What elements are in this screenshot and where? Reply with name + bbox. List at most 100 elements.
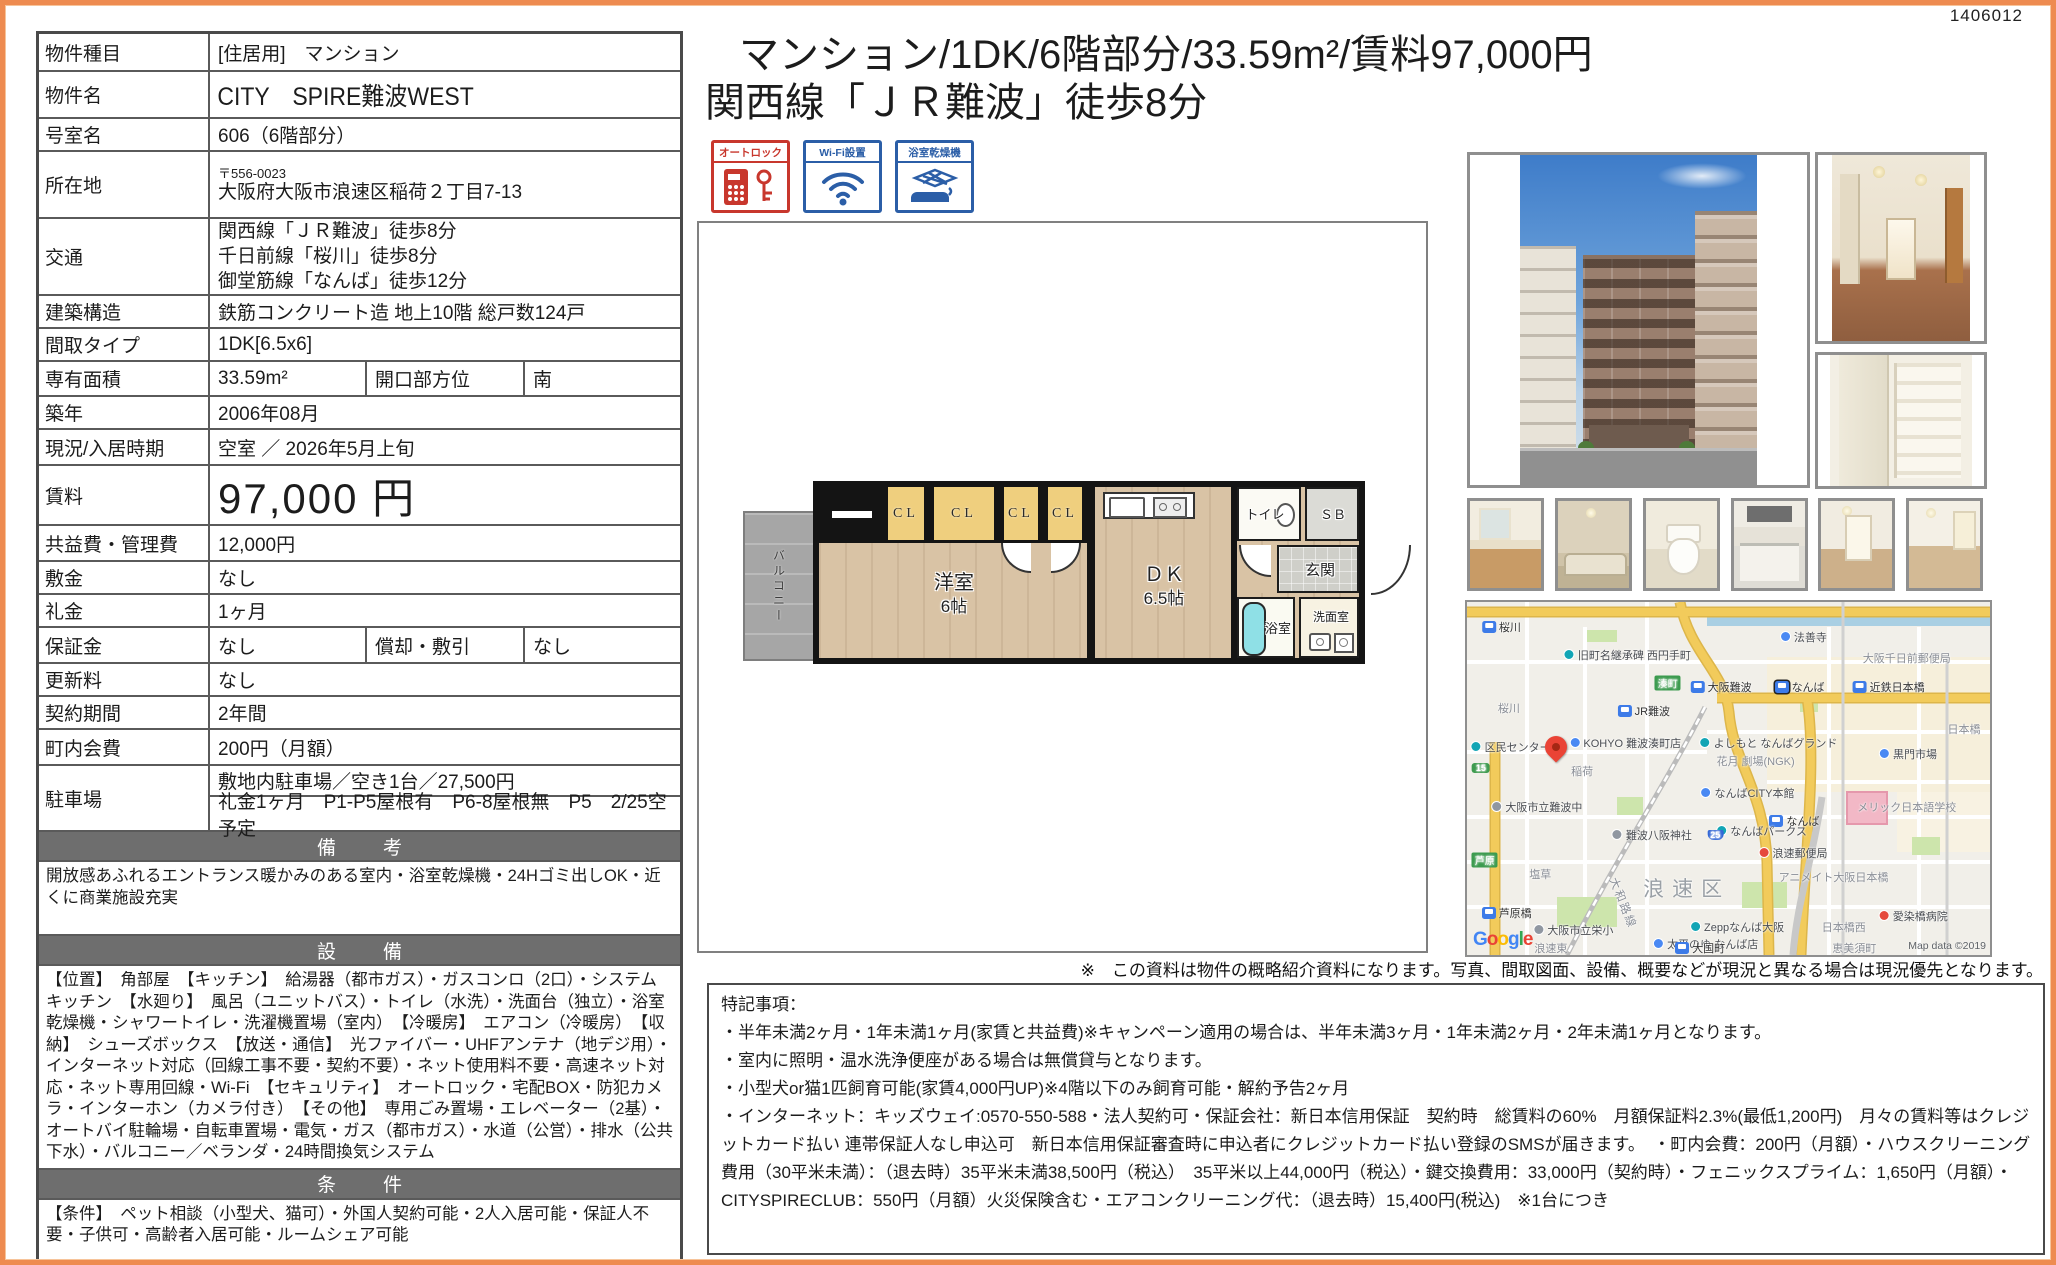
toilet-room: トイレ — [1237, 487, 1301, 541]
photo-shoe-closet — [1815, 352, 1987, 489]
table-row: 号室名606（6階部分） — [39, 119, 680, 152]
rent-amount: 97,000 円 — [210, 466, 680, 524]
entrance: 玄関 — [1277, 545, 1359, 593]
station-icon — [1675, 942, 1689, 954]
map-label: 大阪市立栄小 — [1533, 922, 1613, 938]
table-row: 所在地 〒556-0023大阪府大阪市浪速区稲荷２丁目7-13 — [39, 152, 680, 219]
map-label: なんばCITY本館 — [1700, 785, 1794, 801]
poi-icon — [1758, 847, 1769, 858]
special-note-line: ・小型犬or猫1匹飼育可能(家賃4,000円UP)※4階以下のみ飼育可能・解約予… — [721, 1075, 2031, 1103]
property-table: 物件種目[住居用] マンション 物件名CITY SPIRE難波WEST 号室名6… — [36, 31, 683, 1263]
table-row: 専有面積 33.59m² 開口部方位 南 — [39, 362, 680, 397]
wifi-icon — [806, 163, 879, 210]
sink-icon — [1309, 633, 1331, 651]
map-label: 芦原橋 — [1482, 905, 1532, 921]
special-note-line: ・インターネット：キッズウェイ:0570-550-588・法人契約可・保証会社：… — [721, 1103, 2031, 1215]
floorplan-core: CL CL CL CL 洋室6帖 ＤＫ6.5帖 ト — [813, 481, 1365, 664]
map-label: 15 — [1472, 762, 1490, 774]
closet-door-arc — [1051, 543, 1081, 573]
table-row: 敷金なし — [39, 562, 680, 595]
map-label: 桜川 — [1482, 619, 1521, 635]
station-icon — [1853, 681, 1867, 693]
wall — [1087, 487, 1095, 658]
map-label: 大国町 — [1675, 940, 1725, 956]
special-note-line: ・室内に照明・温水洗浄便座がある場合は無償貸与となります。 — [721, 1047, 2031, 1075]
dk-label: ＤＫ6.5帖 — [1144, 564, 1185, 610]
washer-icon — [1334, 633, 1354, 653]
photo-living-room — [1906, 498, 1983, 591]
station-icon — [1618, 705, 1632, 717]
table-row: 築年2006年08月 — [39, 397, 680, 430]
western-room-label: 洋室6帖 — [934, 572, 974, 618]
map-label: 浪速区 — [1643, 873, 1730, 903]
table-row: 間取タイプ1DK[6.5x6] — [39, 329, 680, 362]
table-row: 町内会費200円（月額） — [39, 730, 680, 766]
table-row: 契約期間2年間 — [39, 697, 680, 730]
map-label: 難波八阪神社 — [1612, 827, 1692, 843]
autolock-icon — [714, 163, 787, 210]
poi-icon — [1879, 748, 1890, 759]
bathtub-icon — [1242, 602, 1266, 656]
map-label: 旧町名継承碑 西円手町 — [1564, 647, 1691, 663]
station-icon — [1691, 681, 1705, 693]
table-row: 交通 関西線「ＪＲ難波」徒歩8分千日前線「桜川」徒歩8分御堂筋線「なんば」徒歩1… — [39, 219, 680, 296]
bathroom: 浴室 — [1237, 597, 1295, 658]
shoe-box: ＳＢ — [1305, 487, 1359, 541]
map-label: JR難波 — [1618, 703, 1670, 719]
table-row: 現況/入居時期空室 ／ 2026年5月上旬 — [39, 430, 680, 466]
floorplan: バルコニー CL CL CL CL 洋室6帖 ＤＫ6.5帖 — [743, 481, 1415, 666]
map-label: 塩草 — [1529, 866, 1551, 882]
map-label: KOHYO 難波湊町店 — [1569, 735, 1681, 751]
special-note-line: ・半年未満2ヶ月・1年未満1ヶ月(家賃と共益費)※キャンペーン適用の場合は、半年… — [721, 1019, 2031, 1047]
map-label: 大阪市立難波中 — [1491, 799, 1582, 815]
location-map: 桜川旧町名継承碑 西円手町法善寺大阪千日前郵便局湊町大阪難波なんば近鉄日本橋桜川… — [1465, 600, 1992, 957]
feature-badges: オートロック Wi-Fi設置 — [711, 140, 974, 213]
map-label: 法善寺 — [1780, 629, 1827, 645]
map-label: 浪速郵便局 — [1758, 845, 1827, 861]
autolock-badge: オートロック — [711, 140, 790, 213]
poi-icon — [1780, 631, 1791, 642]
map-label: なんばパークス — [1716, 823, 1807, 839]
amortization-label: 償却・敷引 — [365, 628, 525, 662]
special-notes-title: 特記事項： — [721, 991, 2031, 1019]
poi-icon — [1700, 737, 1711, 748]
table-row: 更新料なし — [39, 664, 680, 697]
closet: CL — [929, 487, 999, 543]
table-row: 建築構造鉄筋コンクリート造 地上10階 総戸数124戸 — [39, 296, 680, 329]
headline: マンション/1DK/6階部分/33.59m²/賃料97,000円 関西線「ＪＲ難… — [705, 31, 1985, 127]
floorplan-panel: バルコニー CL CL CL CL 洋室6帖 ＤＫ6.5帖 — [697, 221, 1428, 953]
map-label: 大阪難波 — [1691, 679, 1752, 695]
poi-icon — [1569, 737, 1580, 748]
map-label: Zeppなんば大阪 — [1690, 919, 1784, 935]
google-logo: Google — [1473, 929, 1532, 951]
headline-line2: 関西線「ＪＲ難波」徒歩8分 — [705, 79, 1985, 127]
photo-hallway — [1815, 152, 1987, 344]
bathroom-dryer-icon — [898, 163, 971, 210]
poi-icon — [1612, 829, 1623, 840]
equipment-header: 設 備 — [39, 936, 680, 966]
table-row: 礼金1ヶ月 — [39, 595, 680, 628]
closet-door-arc — [1001, 543, 1031, 573]
poi-icon — [1471, 741, 1482, 752]
wifi-badge: Wi-Fi設置 — [803, 140, 882, 213]
closet: CL — [999, 487, 1043, 543]
kitchen-counter — [1103, 492, 1195, 519]
property-sheet: 1406012 物件種目[住居用] マンション 物件名CITY SPIRE難波W… — [0, 0, 2056, 1265]
map-label: 愛染橋病院 — [1879, 908, 1948, 924]
entry-door-arc — [1371, 545, 1411, 595]
balcony: バルコニー — [743, 511, 815, 661]
photo-bathroom — [1555, 498, 1632, 591]
disclaimer-note: ※ この資料は物件の概略紹介資料になります。写真、間取図面、設備、概要などが現況… — [705, 956, 2043, 981]
property-name: CITY SPIRE難波WEST — [210, 72, 642, 117]
map-label: 稲荷 — [1571, 763, 1593, 779]
table-row-parking: 駐車場 敷地内駐車場／空き1台／27,500円 礼金1ヶ月 P1-P5屋根有 P… — [39, 766, 680, 832]
table-row: 物件種目[住居用] マンション — [39, 34, 680, 72]
conditions-header: 条 件 — [39, 1170, 680, 1200]
photo-kitchen — [1731, 498, 1808, 591]
map-label: メリック日本語学校 — [1857, 799, 1956, 815]
map-label: 近鉄日本橋 — [1853, 679, 1925, 695]
map-label: なんば — [1775, 679, 1825, 695]
map-label: アニメイト大阪日本橋 — [1779, 869, 1889, 885]
poi-icon — [1653, 938, 1664, 949]
map-label: 区民センター — [1471, 739, 1551, 755]
